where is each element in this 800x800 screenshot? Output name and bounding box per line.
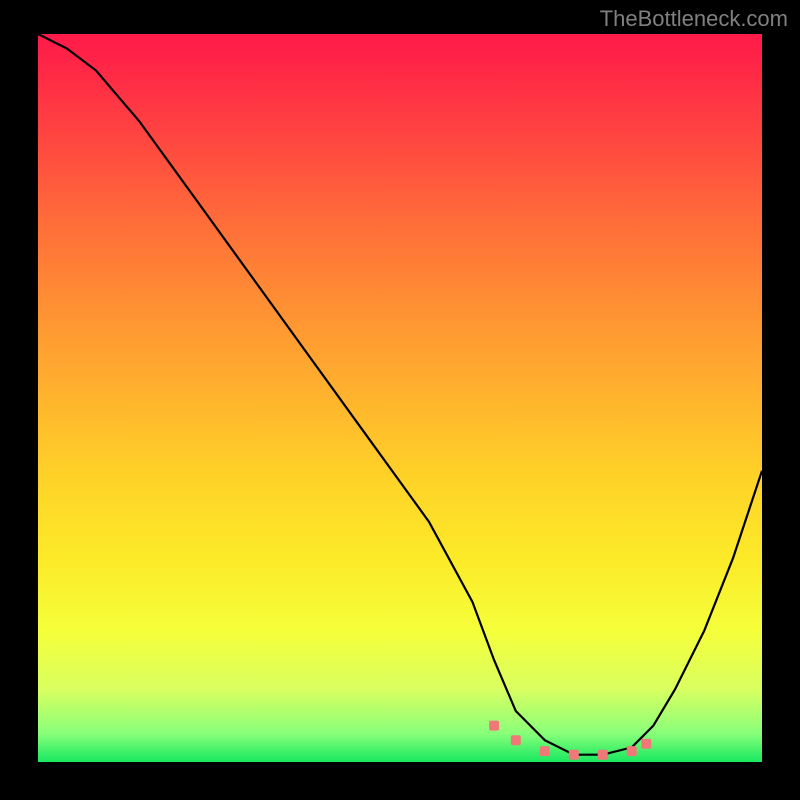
chart-svg: [38, 34, 762, 762]
marker-point: [489, 721, 499, 731]
plot-area: [38, 34, 762, 762]
watermark-text: TheBottleneck.com: [600, 6, 788, 32]
main-curve: [38, 34, 762, 755]
marker-point: [569, 750, 579, 760]
marker-point: [627, 746, 637, 756]
flat-markers: [489, 721, 651, 760]
marker-point: [641, 739, 651, 749]
marker-point: [511, 735, 521, 745]
marker-point: [598, 750, 608, 760]
marker-point: [540, 746, 550, 756]
